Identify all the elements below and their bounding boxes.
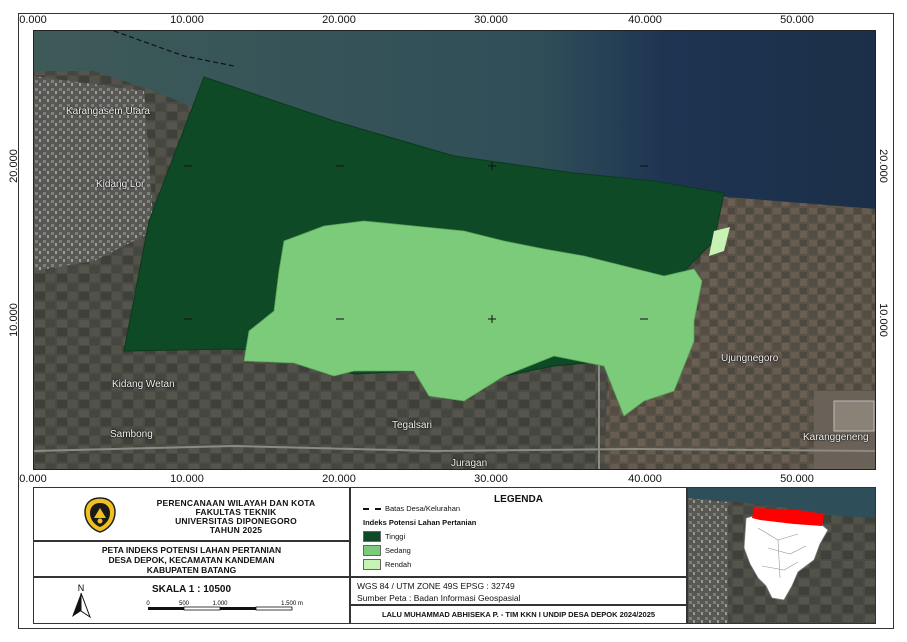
legend-item-rendah: Rendah — [363, 559, 483, 571]
coord-right-y0: 20.000 — [877, 149, 889, 183]
university-logo-icon — [84, 497, 116, 533]
place-label: Ujungnegoro — [721, 353, 779, 364]
coord-top-x2: 20.000 — [322, 14, 356, 26]
legend-item-label: Sedang — [385, 546, 411, 555]
author-text: LALU MUHAMMAD ABHISEKA P. - TIM KKN I UN… — [381, 610, 656, 619]
place-label: Karangasem Utara — [66, 106, 150, 117]
map-name-block: PETA INDEKS POTENSI LAHAN PERTANIAN DESA… — [33, 541, 350, 577]
scale-tick: 0 — [146, 601, 150, 607]
coord-top-x5: 50.000 — [780, 14, 814, 26]
place-label: Kidang Wetan — [112, 379, 175, 390]
crs-text: WGS 84 / UTM ZONE 49S EPSG : 32749 — [357, 581, 515, 591]
scale-label: SKALA 1 : 10500 — [151, 584, 232, 595]
place-label: Karanggeneng — [803, 432, 869, 443]
legend-swatch — [363, 559, 381, 570]
legend-item-tinggi: Tinggi — [363, 531, 483, 543]
place-label: Kidang Lor — [96, 179, 145, 190]
place-label: Tegalsari — [392, 420, 433, 431]
coord-top-x0: 0.000 — [19, 14, 47, 26]
coord-bottom-x3: 30.000 — [474, 473, 508, 485]
coord-left-y0: 20.000 — [8, 149, 20, 183]
title-block: PERENCANAAN WILAYAH DAN KOTA FAKULTAS TE… — [33, 487, 350, 541]
coord-bottom-x5: 50.000 — [780, 473, 814, 485]
map-canvas[interactable] — [33, 30, 876, 470]
coord-bottom-x0: 0.000 — [19, 473, 47, 485]
legend-boundary: Batas Desa/Kelurahan — [363, 504, 563, 514]
scale-bar: 0 500 1.000 1.500 m — [146, 601, 303, 611]
inset-map[interactable] — [687, 487, 876, 624]
dashed-line-icon — [363, 508, 381, 510]
legend-item-label: Rendah — [385, 560, 412, 569]
title-line: TAHUN 2025 — [209, 525, 263, 535]
coord-bottom-x1: 10.000 — [170, 473, 204, 485]
coord-bottom-x4: 40.000 — [628, 473, 662, 485]
map-name-line: KABUPATEN BATANG — [146, 565, 237, 575]
satellite-map — [34, 31, 875, 469]
coord-top-x3: 30.000 — [474, 14, 508, 26]
place-label: Juragan — [451, 458, 488, 469]
legend-item-sedang: Sedang — [363, 545, 483, 557]
info-block: WGS 84 / UTM ZONE 49S EPSG : 32749 Sumbe… — [350, 577, 687, 605]
map-name-line: DESA DEPOK, KECAMATAN KANDEMAN — [108, 555, 275, 565]
coord-top-x4: 40.000 — [628, 14, 662, 26]
place-label: Sambong — [110, 429, 153, 440]
scale-tick: 500 — [179, 601, 190, 607]
legend-index-title: Indeks Potensi Lahan Pertanian — [363, 518, 477, 527]
map-name-line: PETA INDEKS POTENSI LAHAN PERTANIAN — [101, 545, 282, 555]
author-block: LALU MUHAMMAD ABHISEKA P. - TIM KKN I UN… — [350, 605, 687, 624]
scale-tick: 1.500 m — [281, 601, 303, 607]
coord-top-x1: 10.000 — [170, 14, 204, 26]
scale-block: N SKALA 1 : 10500 0 500 1.000 1.500 m — [33, 577, 350, 624]
source-text: Sumber Peta : Badan Informasi Geospasial — [357, 593, 521, 603]
coord-left-y1: 10.000 — [8, 303, 20, 337]
scale-tick: 1.000 — [212, 601, 228, 607]
coord-right-y1: 10.000 — [877, 303, 889, 337]
legend-swatch — [363, 545, 381, 556]
legend-boundary-label: Batas Desa/Kelurahan — [385, 504, 461, 513]
coord-bottom-x2: 20.000 — [322, 473, 356, 485]
legend-item-label: Tinggi — [385, 532, 406, 541]
legend-block: LEGENDA Batas Desa/Kelurahan Indeks Pote… — [350, 487, 687, 577]
inset-satellite — [688, 488, 875, 623]
legend-swatch — [363, 531, 381, 542]
